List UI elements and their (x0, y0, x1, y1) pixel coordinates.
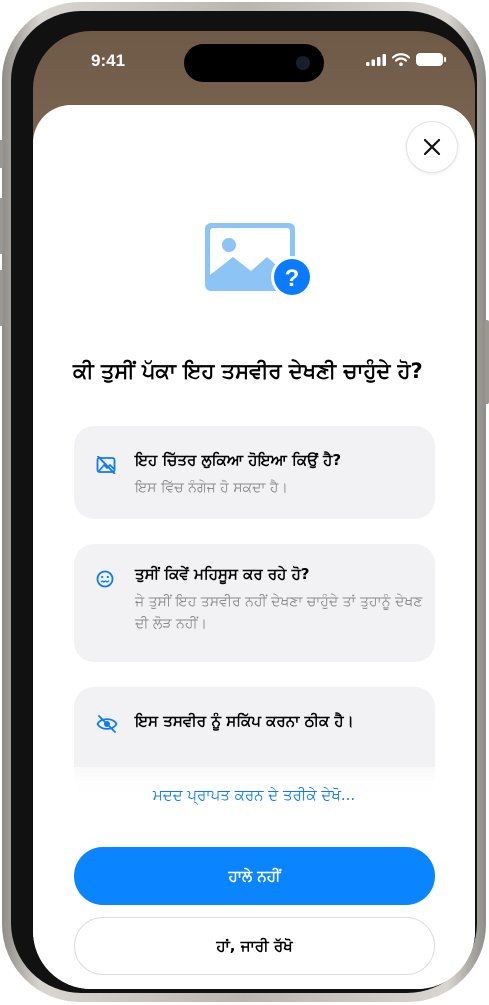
power-button (485, 320, 489, 404)
battery-icon (416, 53, 446, 66)
dynamic-island (184, 44, 324, 82)
close-icon (423, 138, 441, 156)
sensitive-image-question-icon: ? (205, 223, 313, 298)
card-title: ਤੁਸੀਂ ਕਿਵੇਂ ਮਹਿਸੂਸ ਕਰ ਰਹੇ ਹੋ? (135, 565, 310, 583)
phone-frame: 9:41 ? ਕੀ ਤੁਸੀਂ ਪੱਕਾ ਇਹ ਤਸਵੀਰ ਦੇਖਣੀ ਚਾਹੁ… (0, 2, 489, 1002)
card-title: ਇਹ ਚਿੱਤਰ ਲੁਕਿਆ ਹੋਇਆ ਕਿਉਂ ਹੈ? (135, 451, 342, 469)
hidden-image-icon (96, 456, 116, 474)
wifi-icon (392, 53, 410, 66)
anxious-face-icon (96, 570, 114, 588)
action-button (0, 140, 3, 168)
cellular-signal-icon (366, 53, 386, 66)
status-icons (366, 53, 446, 66)
help-options-link[interactable]: ਮਦਦ ਪ੍ਰਾਪਤ ਕਰਨ ਦੇ ਤਰੀਕੇ ਦੇਖੋ... (33, 786, 475, 804)
phone-bezel: 9:41 ? ਕੀ ਤੁਸੀਂ ਪੱਕਾ ਇਹ ਤਸਵੀਰ ਦੇਖਣੀ ਚਾਹੁ… (11, 11, 477, 993)
card-body: ਇਸ ਵਿੱਚ ਨੰਗੇਜ ਹੋ ਸਕਦਾ ਹੈ। (135, 480, 288, 496)
status-bar: 9:41 (33, 31, 475, 93)
info-card-why-hidden: ਇਹ ਚਿੱਤਰ ਲੁਕਿਆ ਹੋਇਆ ਕਿਉਂ ਹੈ? ਇਸ ਵਿੱਚ ਨੰਗ… (74, 426, 435, 519)
card-body: ਜੇ ਤੁਸੀਂ ਇਹ ਤਸਵੀਰ ਨਹੀਂ ਦੇਖਣਾ ਚਾਹੁੰਦੇ ਤਾਂ… (135, 594, 423, 632)
eye-slash-icon (96, 715, 118, 733)
sheet-title: ਕੀ ਤੁਸੀਂ ਪੱਕਾ ਇਹ ਤਸਵੀਰ ਦੇਖਣੀ ਚਾਹੁੰਦੇ ਹੋ? (73, 359, 423, 383)
volume-up-button (0, 198, 3, 254)
warning-sheet: ? ਕੀ ਤੁਸੀਂ ਪੱਕਾ ਇਹ ਤਸਵੀਰ ਦੇਖਣੀ ਚਾਹੁੰਦੇ ਹ… (33, 105, 475, 989)
volume-down-button (0, 270, 3, 326)
front-camera (296, 56, 310, 70)
continue-button[interactable]: ਹਾਂ, ਜਾਰੀ ਰੱਖੋ (74, 917, 435, 975)
svg-text:?: ? (285, 265, 300, 292)
info-card-feeling: ਤੁਸੀਂ ਕਿਵੇਂ ਮਹਿਸੂਸ ਕਰ ਰਹੇ ਹੋ? ਜੇ ਤੁਸੀਂ ਇ… (74, 544, 435, 662)
status-time: 9:41 (91, 51, 126, 70)
close-button[interactable] (406, 121, 458, 173)
not-now-button[interactable]: ਹਾਲੇ ਨਹੀਂ (74, 847, 435, 905)
screen: 9:41 ? ਕੀ ਤੁਸੀਂ ਪੱਕਾ ਇਹ ਤਸਵੀਰ ਦੇਖਣੀ ਚਾਹੁ… (33, 31, 475, 989)
card-title: ਇਸ ਤਸਵੀਰ ਨੂੰ ਸਕਿੱਪ ਕਰਨਾ ਠੀਕ ਹੈ। (135, 712, 354, 730)
